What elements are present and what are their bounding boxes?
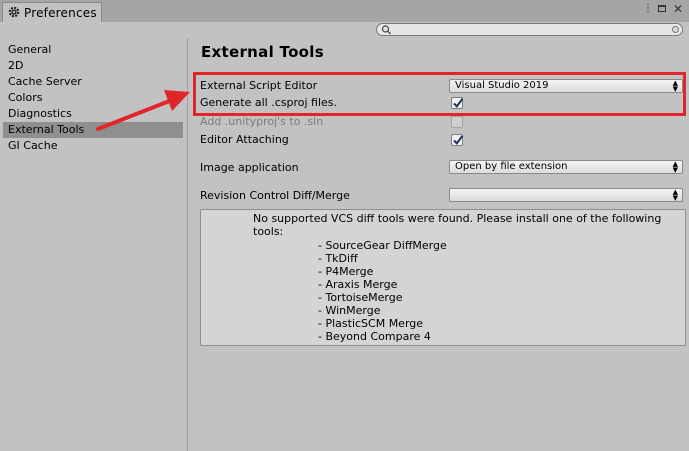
- image-application-label: Image application: [200, 161, 299, 174]
- editor-attaching-label: Editor Attaching: [200, 133, 289, 146]
- sidebar-item-external-tools[interactable]: External Tools: [3, 122, 183, 138]
- list-item: - Beyond Compare 4: [318, 330, 431, 343]
- list-item: - SourceGear DiffMerge: [318, 239, 447, 252]
- revision-control-label: Revision Control Diff/Merge: [200, 189, 350, 202]
- search-icon: [381, 25, 391, 35]
- search-input[interactable]: [376, 23, 683, 36]
- list-item: - PlasticSCM Merge: [318, 317, 424, 330]
- page-title: External Tools: [201, 43, 324, 61]
- window-title: Preferences: [24, 6, 97, 20]
- revision-control-dropdown[interactable]: ▲ ▼: [449, 188, 683, 202]
- sidebar: General 2D Cache Server Colors Diagnosti…: [0, 38, 188, 451]
- add-unityproj-label: Add .unityproj's to .sln: [200, 115, 324, 128]
- sidebar-item-cache-server[interactable]: Cache Server: [3, 74, 183, 90]
- vcs-help-box: No supported VCS diff tools were found. …: [200, 209, 686, 346]
- preferences-tab[interactable]: Preferences: [2, 2, 102, 22]
- gear-icon: [8, 6, 20, 18]
- list-item: - TortoiseMerge: [318, 291, 403, 304]
- search-clear-icon[interactable]: [672, 26, 679, 33]
- sidebar-item-general[interactable]: General: [3, 42, 183, 58]
- dropdown-arrow-icon: ▲ ▼: [672, 160, 678, 174]
- annotation-highlight-box: [193, 72, 686, 116]
- kebab-menu-icon[interactable]: ⋮: [642, 3, 654, 15]
- editor-attaching-checkbox[interactable]: [451, 134, 464, 146]
- title-bar: Preferences ⋮ ✕: [0, 0, 689, 22]
- checkmark-icon: [453, 135, 464, 145]
- image-application-dropdown[interactable]: Open by file extension ▲ ▼: [449, 160, 683, 174]
- sidebar-item-diagnostics[interactable]: Diagnostics: [3, 106, 183, 122]
- close-icon[interactable]: ✕: [672, 3, 684, 15]
- vcs-help-message: No supported VCS diff tools were found. …: [253, 212, 662, 238]
- list-item: - Araxis Merge: [318, 278, 398, 291]
- sidebar-item-colors[interactable]: Colors: [3, 90, 183, 106]
- add-unityproj-checkbox: [451, 116, 463, 128]
- image-application-value: Open by file extension: [455, 161, 568, 172]
- toolbar: [0, 22, 689, 38]
- sidebar-item-2d[interactable]: 2D: [3, 58, 183, 74]
- dropdown-arrow-icon: ▲ ▼: [672, 188, 678, 202]
- vcs-tools-list: - SourceGear DiffMerge - TkDiff - P4Merg…: [318, 239, 447, 343]
- list-item: - WinMerge: [318, 304, 381, 317]
- maximize-icon[interactable]: [656, 3, 668, 15]
- sidebar-item-gi-cache[interactable]: GI Cache: [3, 138, 183, 154]
- list-item: - P4Merge: [318, 265, 374, 278]
- list-item: - TkDiff: [318, 252, 358, 265]
